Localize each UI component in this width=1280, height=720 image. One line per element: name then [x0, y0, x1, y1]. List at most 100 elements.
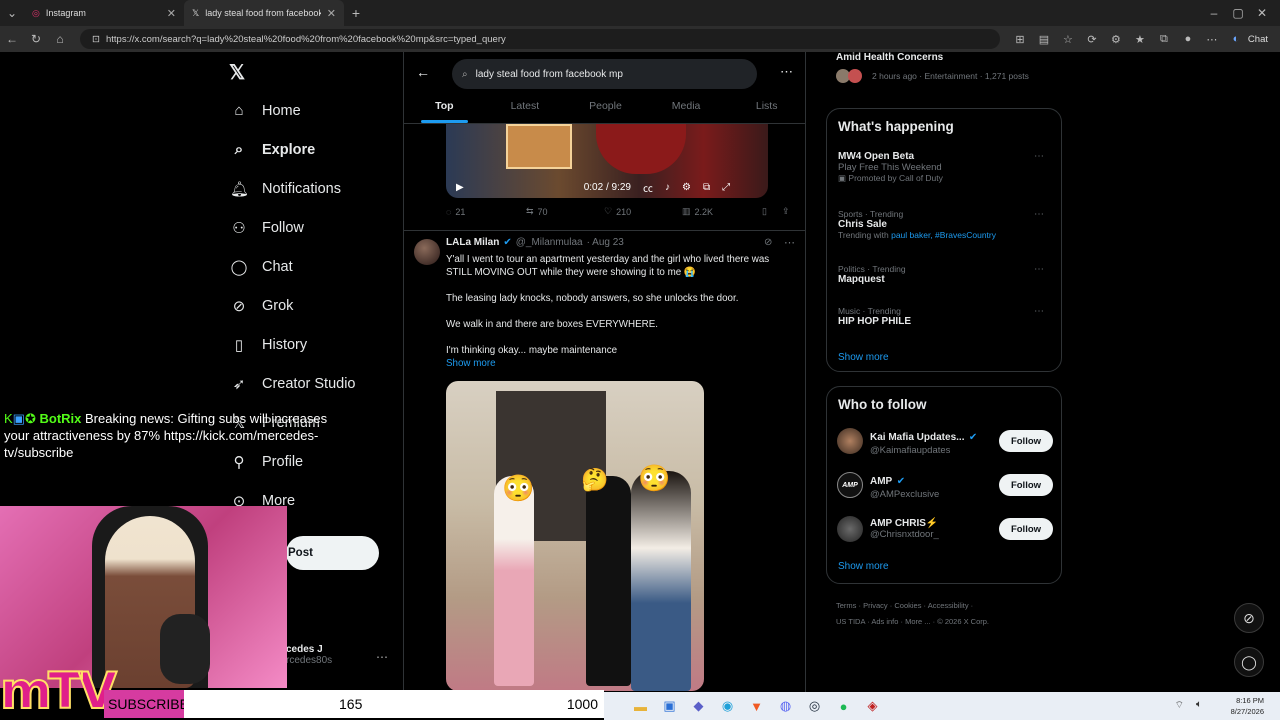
follow-button[interactable]: Follow: [999, 430, 1053, 452]
home-icon[interactable]: ⌂: [48, 32, 72, 46]
tab-latest[interactable]: Latest: [485, 94, 566, 123]
tweet-video[interactable]: ▶ 0:02 / 9:29 ㏄ ♪ ⚙ ⧉ ⤢: [446, 124, 768, 198]
tab-people[interactable]: People: [565, 94, 646, 123]
mute-icon[interactable]: ♪: [665, 182, 670, 193]
collections-icon[interactable]: ⧉: [1152, 33, 1176, 46]
footer-link[interactable]: Ads info: [871, 617, 898, 626]
brave-icon[interactable]: ▼: [742, 699, 771, 714]
more-options-icon[interactable]: ⋯: [1034, 264, 1044, 275]
follow-suggestion[interactable]: AMP AMP ✔ @AMPexclusive Follow: [837, 467, 1053, 503]
fullscreen-icon[interactable]: ⤢: [722, 182, 730, 193]
follow-button[interactable]: Follow: [999, 474, 1053, 496]
tab-instagram[interactable]: ◎ Instagram ✕: [24, 0, 184, 26]
like-button[interactable]: ♡ 210: [604, 206, 682, 217]
play-icon[interactable]: ▶: [456, 182, 464, 193]
more-icon[interactable]: ⋯: [1200, 33, 1224, 46]
extensions-icon[interactable]: ⚙: [1104, 33, 1128, 46]
footer-link[interactable]: Privacy: [863, 601, 888, 610]
site-info-icon[interactable]: ⊡: [92, 34, 100, 45]
search-input[interactable]: ⌕ lady steal food from facebook mp: [452, 59, 757, 89]
nav-creator-studio[interactable]: ➶ Creator Studio: [220, 364, 400, 403]
nav-notifications[interactable]: 🔔︎ Notifications: [220, 169, 400, 208]
split-screen-icon[interactable]: ⊞: [1008, 33, 1032, 46]
footer-link[interactable]: More ...: [905, 617, 930, 626]
minimize-icon[interactable]: –: [1202, 6, 1226, 20]
x-logo-icon[interactable]: 𝕏: [229, 60, 245, 85]
tweet[interactable]: LALa Milan ✔ @_Milanmulaa · Aug 23 ⊘ ⋯ Y…: [404, 230, 805, 692]
wifi-icon[interactable]: ⌔: [1175, 699, 1184, 712]
more-options-icon[interactable]: ⋯: [780, 64, 793, 80]
trend-item[interactable]: Politics · Trending Mapquest ⋯: [838, 264, 1052, 285]
favorites-icon[interactable]: ★: [1128, 33, 1152, 46]
author-handle[interactable]: @_Milanmulaa: [516, 237, 583, 248]
refresh-icon[interactable]: ⟳: [1080, 33, 1104, 46]
grok-icon[interactable]: ⊘: [764, 237, 772, 248]
maximize-icon[interactable]: ▢: [1226, 6, 1250, 20]
app-icon[interactable]: ◈: [858, 698, 887, 714]
tab-lists[interactable]: Lists: [726, 94, 805, 123]
follow-button[interactable]: Follow: [999, 518, 1053, 540]
url-field[interactable]: ⊡ https://x.com/search?q=lady%20steal%20…: [80, 29, 1000, 49]
trend-item[interactable]: Sports · Trending Chris Sale Trending wi…: [838, 209, 1052, 240]
trend-item[interactable]: MW4 Open Beta Play Free This Weekend ▣ P…: [838, 151, 1052, 184]
reader-icon[interactable]: ▤: [1032, 33, 1056, 46]
close-tab-icon[interactable]: ✕: [167, 7, 176, 20]
pip-icon[interactable]: ⧉: [703, 182, 710, 193]
tweet-date[interactable]: · Aug 23: [587, 237, 624, 248]
more-options-icon[interactable]: ⋯: [1034, 151, 1044, 162]
tab-top[interactable]: Top: [404, 94, 485, 123]
follow-suggestion[interactable]: AMP CHRIS⚡ @Chrisnxtdoor_ Follow: [837, 511, 1053, 547]
nav-home[interactable]: ⌂ Home: [220, 91, 400, 130]
footer-link[interactable]: US TIDA: [836, 617, 865, 626]
captions-icon[interactable]: ㏄: [643, 180, 653, 195]
file-explorer-icon[interactable]: ▬: [626, 699, 655, 714]
avatar[interactable]: [414, 239, 440, 265]
trend-title[interactable]: Amid Health Concerns: [836, 52, 943, 63]
edge-icon[interactable]: ◉: [713, 698, 742, 714]
views-button[interactable]: ▥ 2.2K: [682, 206, 762, 217]
show-more-link[interactable]: Show more: [838, 352, 889, 363]
bookmark-icon[interactable]: ▯: [762, 206, 782, 217]
teams-icon[interactable]: ◆: [684, 698, 713, 714]
nav-follow[interactable]: ⚇ Follow: [220, 208, 400, 247]
copilot-icon[interactable]: ◐: [1224, 33, 1248, 45]
footer-link[interactable]: Terms: [836, 601, 856, 610]
tab-x-search[interactable]: 𝕏 lady steal food from facebook mp ✕: [184, 0, 344, 26]
grok-float-icon[interactable]: ⊘: [1234, 603, 1264, 633]
chat-label[interactable]: Chat: [1248, 34, 1268, 45]
account-more-icon[interactable]: ⋯: [376, 650, 388, 664]
back-arrow-icon[interactable]: ←: [416, 64, 430, 80]
profile-avatar-icon[interactable]: ●: [1176, 33, 1200, 45]
nav-explore[interactable]: ⌕ Explore: [220, 130, 400, 169]
follow-suggestion[interactable]: Kai Mafia Updates... ✔ @Kaimafiaupdates …: [837, 423, 1053, 459]
more-options-icon[interactable]: ⋯: [784, 236, 795, 249]
author-name[interactable]: LALa Milan: [446, 237, 499, 248]
nav-history[interactable]: ▯ History: [220, 325, 400, 364]
messages-float-icon[interactable]: ◯: [1234, 647, 1264, 677]
reply-button[interactable]: ◌ 21: [446, 207, 526, 217]
back-icon[interactable]: ←: [0, 32, 24, 46]
speaker-icon[interactable]: 🔈︎: [1196, 699, 1202, 710]
repost-button[interactable]: ⇆ 70: [526, 206, 604, 217]
footer-link[interactable]: Cookies: [894, 601, 921, 610]
system-clock[interactable]: 8:16 PM 8/27/2026: [1231, 695, 1264, 717]
show-more-link[interactable]: Show more: [446, 357, 796, 370]
store-icon[interactable]: ▣: [655, 698, 684, 714]
account-switcher[interactable]: cedes J rcedes80s: [286, 644, 332, 666]
post-button[interactable]: Post: [286, 536, 379, 570]
reload-icon[interactable]: ↻: [24, 32, 48, 46]
tab-media[interactable]: Media: [646, 94, 727, 123]
close-window-icon[interactable]: ✕: [1250, 6, 1274, 20]
more-options-icon[interactable]: ⋯: [1034, 209, 1044, 220]
more-options-icon[interactable]: ⋯: [1034, 306, 1044, 317]
steam-icon[interactable]: ◎: [800, 698, 829, 714]
new-tab-icon[interactable]: +: [344, 5, 368, 21]
favorite-star-icon[interactable]: ☆: [1056, 33, 1080, 46]
footer-link[interactable]: Accessibility: [928, 601, 969, 610]
tab-menu-icon[interactable]: ⌄: [0, 6, 24, 20]
spotify-icon[interactable]: ●: [829, 699, 858, 714]
show-more-link[interactable]: Show more: [838, 561, 889, 572]
nav-grok[interactable]: ⊘ Grok: [220, 286, 400, 325]
nav-chat[interactable]: ◯ Chat: [220, 247, 400, 286]
trend-item[interactable]: Music · Trending HIP HOP PHILE ⋯: [838, 306, 1052, 327]
